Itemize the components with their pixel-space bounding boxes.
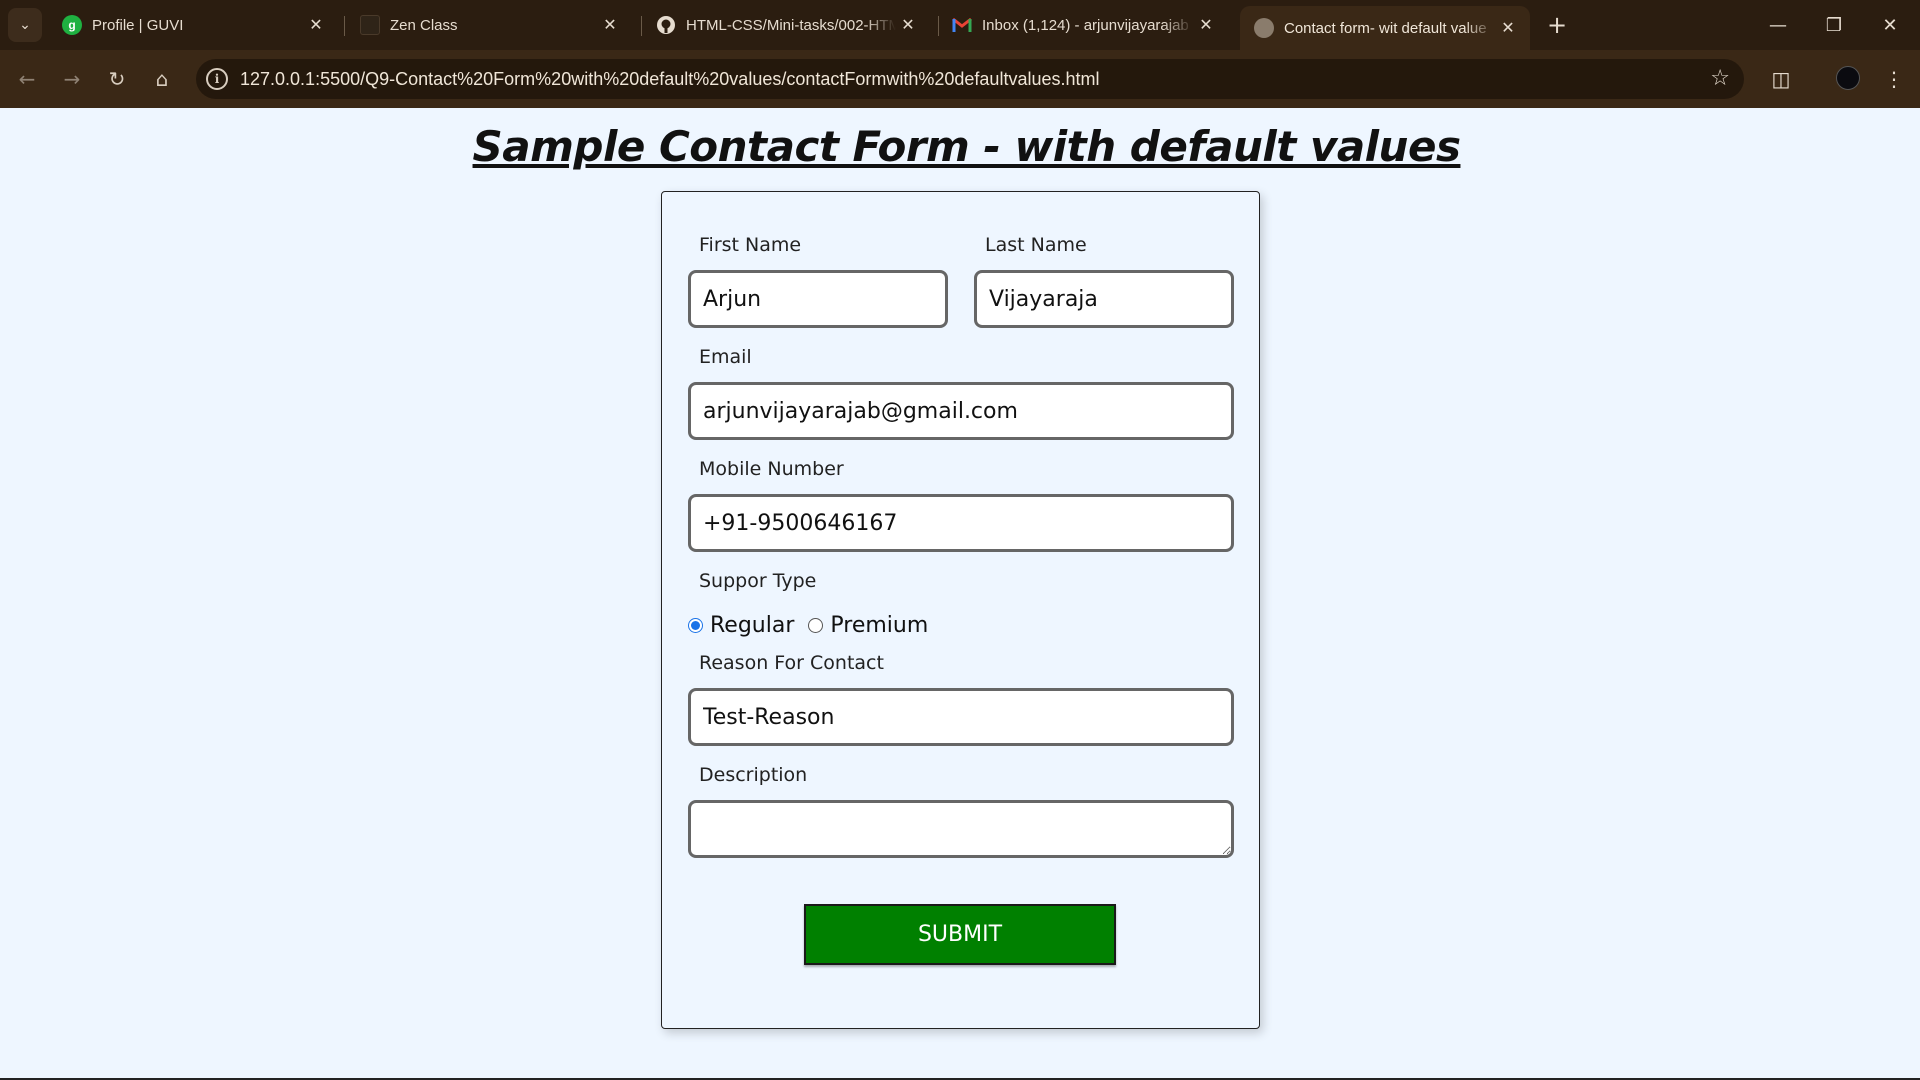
arrow-left-icon: ← [18,67,36,91]
forward-button[interactable]: → [55,62,89,96]
close-icon[interactable]: ✕ [598,15,622,35]
browser-tab-strip: ⌄ g Profile | GUVI ✕ Zen Class ✕ HTML-CS… [0,0,1920,50]
tab-zen-class[interactable]: Zen Class ✕ [346,6,632,44]
github-icon [656,15,676,35]
home-button[interactable]: ⌂ [145,62,179,96]
tab-separator [344,16,345,36]
description-textarea[interactable] [688,800,1234,858]
guvi-icon: g [62,15,82,35]
tab-profile-guvi[interactable]: g Profile | GUVI ✕ [48,6,338,44]
contact-form: First Name Last Name Email Mobile Number… [661,191,1260,1029]
back-button[interactable]: ← [10,62,44,96]
email-field[interactable] [688,382,1234,440]
puzzle-icon: ◫ [1771,67,1791,91]
restore-icon: ❐ [1825,14,1843,36]
close-icon: ✕ [1882,14,1898,36]
tab-title: HTML-CSS/Mini-tasks/002-HTM [686,16,896,34]
tab-github[interactable]: HTML-CSS/Mini-tasks/002-HTM ✕ [642,6,930,44]
gmail-icon [952,15,972,35]
support-type-label: Suppor Type [699,570,817,592]
browser-menu-button[interactable]: ⋮ [1880,62,1908,96]
tab-title: Contact form- wit default value [1284,19,1487,37]
reload-icon: ↻ [108,67,126,91]
submit-button[interactable]: SUBMIT [804,904,1116,965]
browser-toolbar: ← → ↻ ⌂ i 127.0.0.1:5500/Q9-Contact%20Fo… [0,50,1920,108]
tab-search-button[interactable]: ⌄ [8,8,42,42]
arrow-right-icon: → [63,67,81,91]
plus-icon: + [1546,11,1568,39]
extensions-button[interactable]: ◫ [1764,62,1798,96]
bookmark-star-icon[interactable]: ☆ [1710,66,1730,91]
close-icon[interactable]: ✕ [304,15,328,35]
restore-button[interactable]: ❐ [1806,0,1862,50]
premium-radio[interactable] [808,617,824,633]
support-type-group: Regular Premium [688,607,942,643]
regular-radio-label[interactable]: Regular [710,613,794,638]
reason-for-contact-label: Reason For Contact [699,652,884,674]
close-window-button[interactable]: ✕ [1862,0,1918,50]
reason-for-contact-field[interactable] [688,688,1234,746]
regular-radio[interactable] [688,617,703,633]
minimize-button[interactable]: — [1750,0,1806,50]
kebab-menu-icon: ⋮ [1884,67,1904,91]
description-label: Description [699,764,808,786]
last-name-field[interactable] [974,270,1234,328]
close-icon[interactable]: ✕ [1194,15,1218,35]
close-icon[interactable]: ✕ [896,15,920,35]
globe-icon [1254,18,1274,38]
close-icon[interactable]: ✕ [1496,18,1520,38]
chevron-down-icon: ⌄ [19,17,31,33]
tab-gmail-inbox[interactable]: Inbox (1,124) - arjunvijayarajab ✕ [938,6,1228,44]
tab-contact-form[interactable]: Contact form- wit default value ✕ [1240,6,1530,50]
email-label: Email [699,346,752,368]
page-title: Sample Contact Form - with default value… [472,122,1461,171]
tab-title: Inbox (1,124) - arjunvijayarajab [982,16,1189,34]
minimize-icon: — [1769,14,1787,36]
tab-title: Profile | GUVI [92,16,184,34]
address-bar[interactable]: i 127.0.0.1:5500/Q9-Contact%20Form%20wit… [196,59,1744,99]
profile-avatar[interactable] [1836,66,1860,90]
site-info-icon[interactable]: i [206,68,228,90]
mobile-number-field[interactable] [688,494,1234,552]
premium-radio-label[interactable]: Premium [830,613,928,638]
reload-button[interactable]: ↻ [100,62,134,96]
first-name-label: First Name [699,234,802,256]
new-tab-button[interactable]: + [1540,8,1574,42]
last-name-label: Last Name [985,234,1087,256]
tab-title: Zen Class [390,16,458,34]
mobile-number-label: Mobile Number [699,458,844,480]
zen-class-icon [360,15,380,35]
first-name-field[interactable] [688,270,948,328]
home-icon: ⌂ [155,67,169,91]
url-text[interactable]: 127.0.0.1:5500/Q9-Contact%20Form%20with%… [240,69,1099,90]
